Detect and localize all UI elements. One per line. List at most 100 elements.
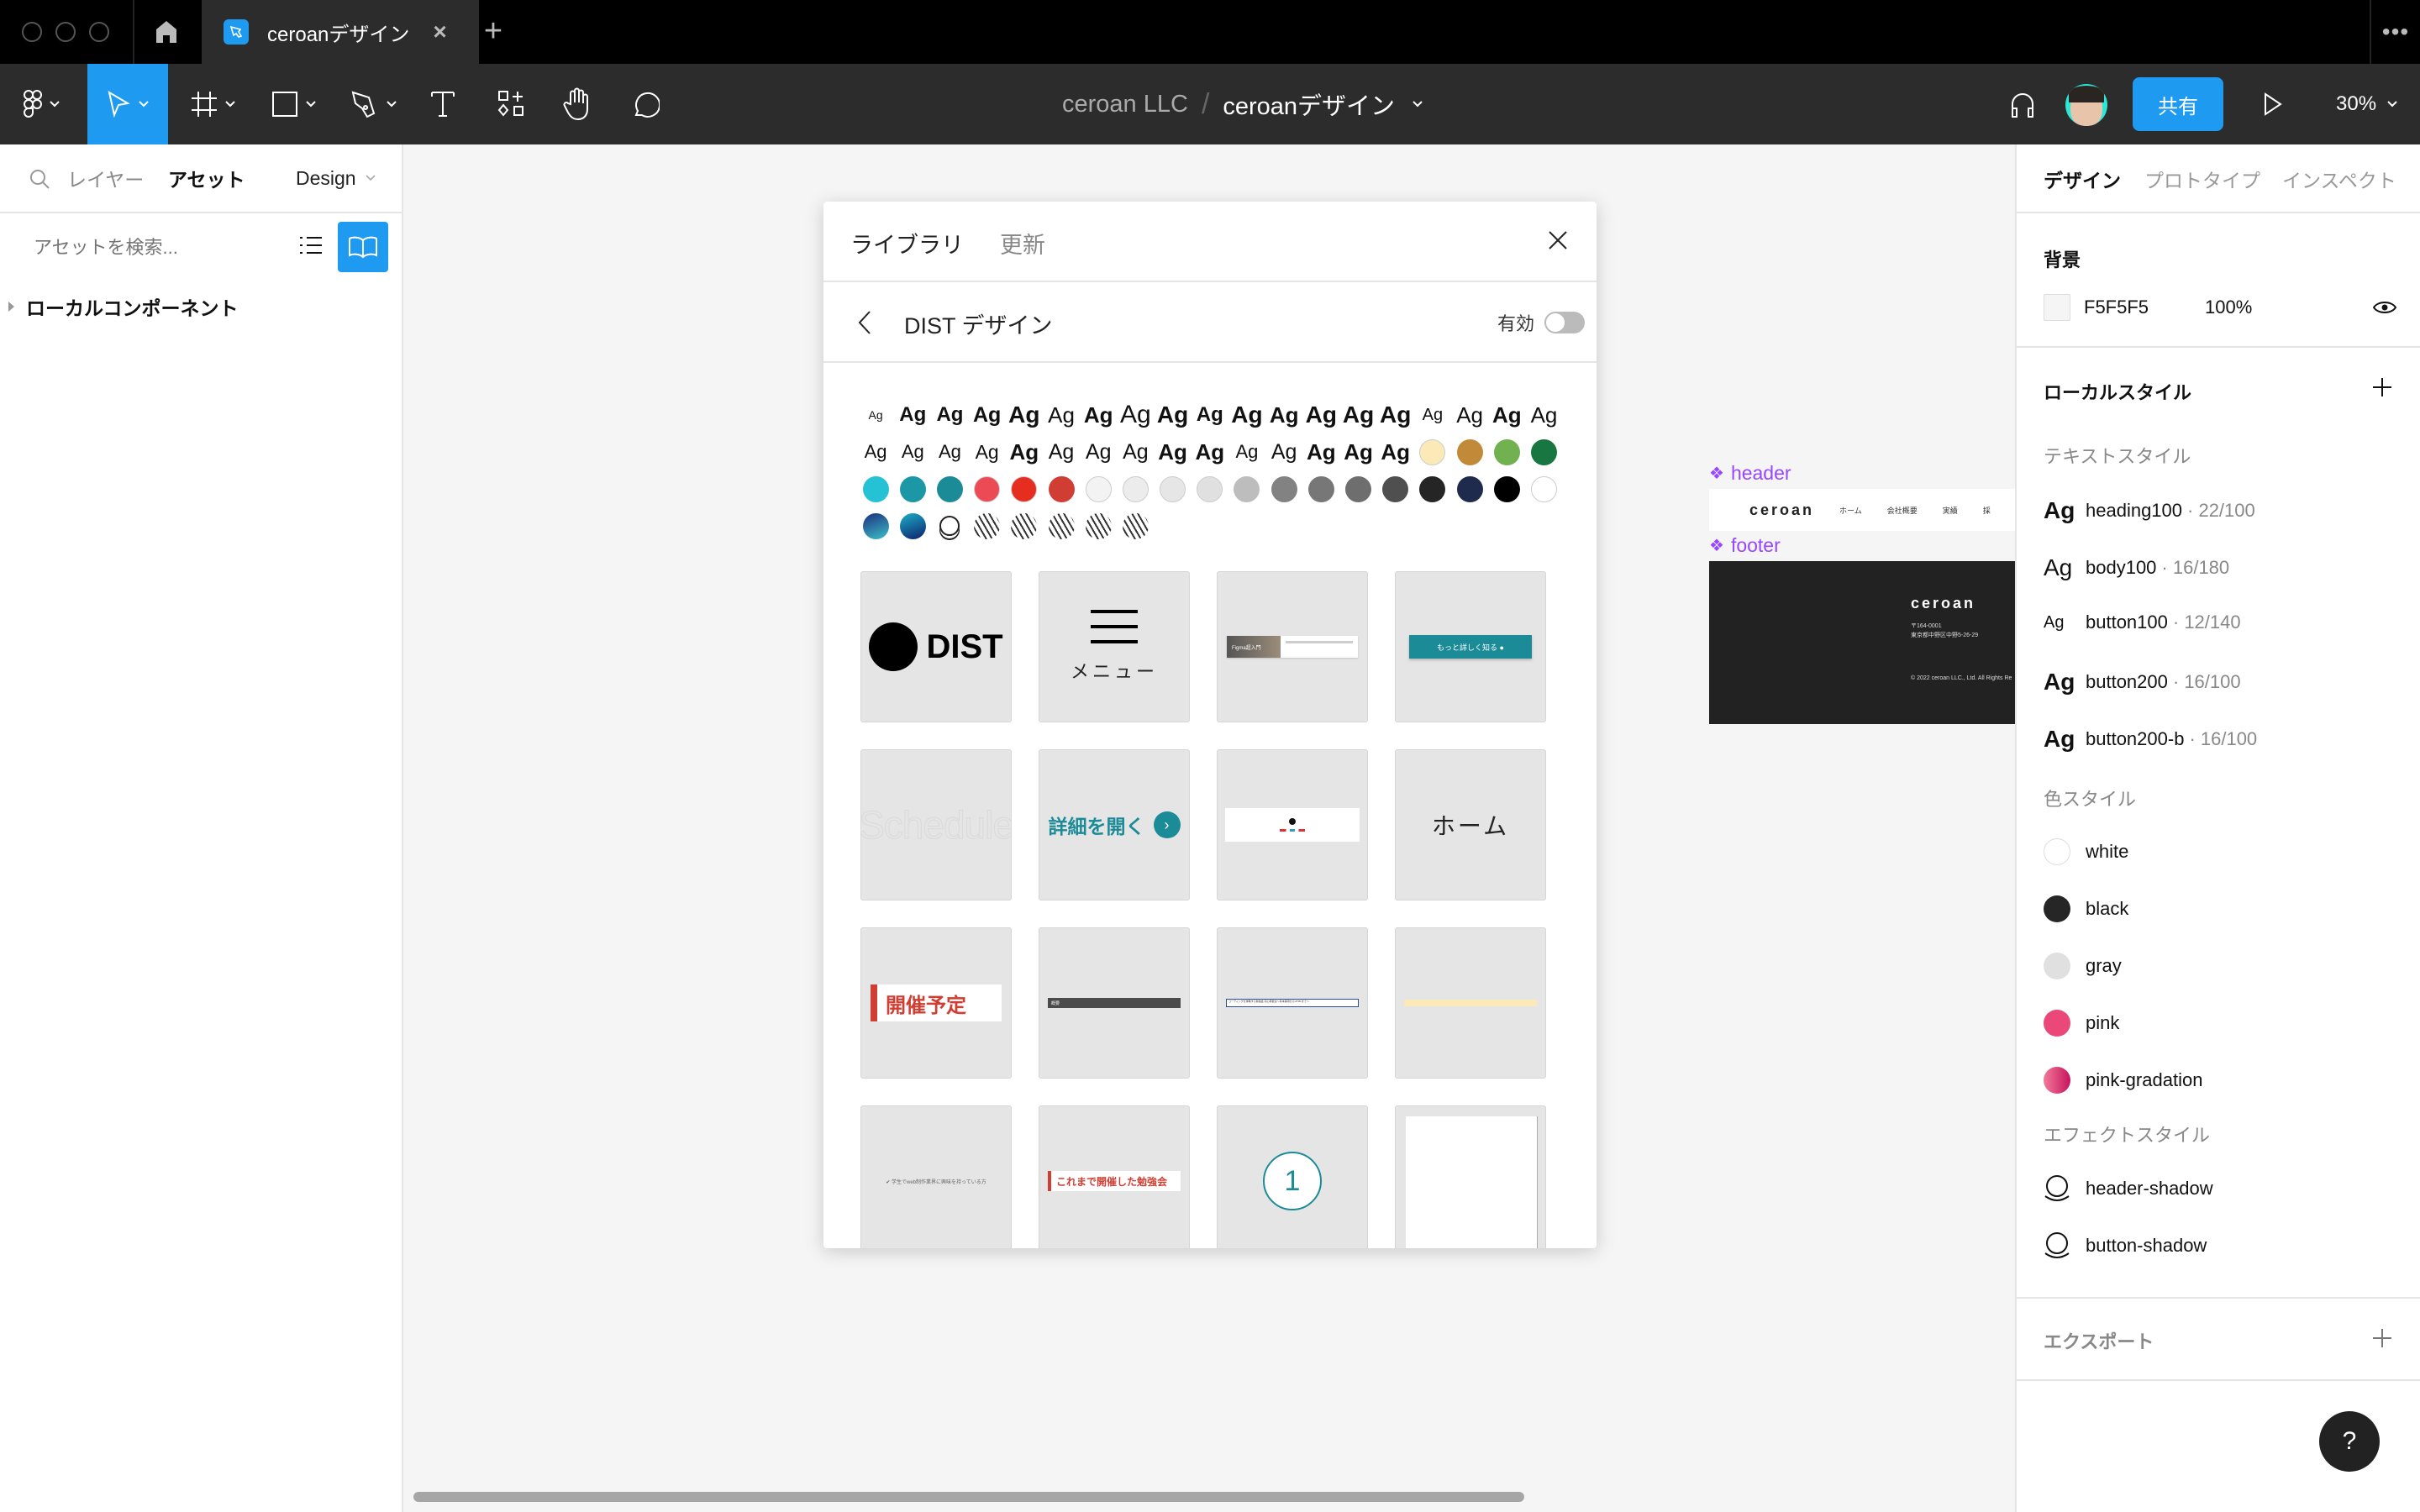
library-pattern-style[interactable] xyxy=(1006,507,1043,544)
library-color-style[interactable] xyxy=(1525,470,1562,507)
tab-prototype[interactable]: プロトタイプ xyxy=(2144,165,2260,193)
hand-tool-button[interactable] xyxy=(556,64,598,144)
library-color-style[interactable] xyxy=(894,470,931,507)
library-color-style[interactable] xyxy=(1451,470,1488,507)
frame-label-header[interactable]: ❖ header xyxy=(1709,462,1791,485)
main-menu-button[interactable] xyxy=(0,64,84,144)
library-color-style[interactable] xyxy=(1488,470,1525,507)
library-text-style[interactable]: Ag xyxy=(1228,433,1265,470)
library-color-style[interactable] xyxy=(894,507,931,544)
chevron-down-icon[interactable] xyxy=(1412,100,1423,108)
color-style-row[interactable]: pink-gradation xyxy=(2044,1067,2202,1094)
text-style-row[interactable]: Ag button100 · 12/140 xyxy=(2044,612,2241,633)
library-text-style[interactable]: Ag xyxy=(1451,396,1488,433)
library-color-style[interactable] xyxy=(1377,470,1414,507)
pen-tool-button[interactable] xyxy=(339,64,408,144)
file-name-button[interactable]: ceroanデザイン xyxy=(1223,87,1395,122)
library-effect-style[interactable] xyxy=(931,507,968,544)
background-opacity[interactable]: 100% xyxy=(2205,297,2373,318)
component-card-link-button[interactable]: 詳細を開く › xyxy=(1039,749,1190,900)
library-text-style[interactable]: Ag xyxy=(1377,433,1414,470)
effect-style-row[interactable]: header-shadow xyxy=(2044,1174,2213,1203)
team-name-link[interactable]: ceroan LLC xyxy=(1062,91,1188,118)
library-text-style[interactable]: Ag xyxy=(1192,396,1228,433)
component-card-article-card[interactable]: Figma超入門 xyxy=(1217,571,1368,722)
tab-design[interactable]: デザイン xyxy=(2044,165,2121,193)
add-export-button[interactable] xyxy=(2370,1326,2395,1351)
library-text-style[interactable]: Ag xyxy=(1488,396,1525,433)
library-color-style[interactable] xyxy=(1414,433,1451,470)
enable-library-toggle[interactable] xyxy=(1544,312,1585,333)
library-text-style[interactable]: Ag xyxy=(1302,396,1339,433)
tab-assets[interactable]: アセット xyxy=(168,164,245,192)
back-button[interactable] xyxy=(857,306,882,339)
local-components-section[interactable]: ローカルコンポーネント xyxy=(8,292,239,321)
library-color-style[interactable] xyxy=(1302,470,1339,507)
shape-tool-button[interactable] xyxy=(260,64,328,144)
component-card-check-item[interactable]: ✔ 学生でweb制作業界に興味を持っている方 xyxy=(860,1105,1012,1248)
library-text-style[interactable]: Ag xyxy=(1377,396,1414,433)
library-color-style[interactable] xyxy=(1265,470,1302,507)
library-pattern-style[interactable] xyxy=(1117,507,1154,544)
library-text-style[interactable]: Ag xyxy=(1525,396,1562,433)
new-tab-button[interactable]: + xyxy=(472,13,514,50)
library-color-style[interactable] xyxy=(1339,470,1376,507)
library-text-style[interactable]: Ag xyxy=(969,396,1006,433)
library-text-style[interactable]: Ag xyxy=(1302,433,1339,470)
library-text-style[interactable]: Ag xyxy=(1339,396,1376,433)
component-card-red-heading[interactable]: 開催予定 xyxy=(860,927,1012,1079)
library-text-style[interactable]: Ag xyxy=(1228,396,1265,433)
close-modal-button[interactable] xyxy=(1541,223,1575,257)
library-color-style[interactable] xyxy=(1155,470,1192,507)
library-text-style[interactable]: Ag xyxy=(1043,396,1080,433)
tab-inspect[interactable]: インスペクト xyxy=(2282,165,2396,193)
library-text-style[interactable]: Ag xyxy=(894,433,931,470)
audio-button[interactable] xyxy=(2002,64,2044,144)
library-text-style[interactable]: Ag xyxy=(1192,433,1228,470)
text-tool-button[interactable] xyxy=(422,64,464,144)
effect-style-row[interactable]: button-shadow xyxy=(2044,1231,2207,1260)
library-color-style[interactable] xyxy=(1525,433,1562,470)
search-icon[interactable] xyxy=(29,168,50,190)
library-text-style[interactable]: Ag xyxy=(1080,433,1117,470)
library-color-style[interactable] xyxy=(1117,470,1154,507)
library-text-style[interactable]: Ag xyxy=(1414,396,1451,433)
library-text-style[interactable]: Ag xyxy=(931,396,968,433)
horizontal-scrollbar[interactable] xyxy=(413,1492,1524,1502)
component-card-input-box[interactable]: コーディングを体験する勉強会 初心者歓迎〜基本事項からHTMLまで〜 xyxy=(1217,927,1368,1079)
library-text-style[interactable]: Ag xyxy=(1265,396,1302,433)
text-style-row[interactable]: Ag button200-b · 16/100 xyxy=(2044,726,2257,753)
library-color-style[interactable] xyxy=(857,507,894,544)
library-text-style[interactable]: Ag xyxy=(969,433,1006,470)
share-button[interactable]: 共有 xyxy=(2133,77,2223,131)
component-card-dark-bar[interactable]: 概要 xyxy=(1039,927,1190,1079)
home-button[interactable] xyxy=(134,0,198,64)
library-color-style[interactable] xyxy=(1451,433,1488,470)
component-card-logo[interactable]: DIST xyxy=(860,571,1012,722)
zoom-dropdown[interactable]: 30% xyxy=(2336,64,2398,144)
component-card-nav-item[interactable]: ホーム xyxy=(1395,749,1546,900)
present-button[interactable] xyxy=(2252,64,2294,144)
component-card-menu[interactable]: メニュー xyxy=(1039,571,1190,722)
resources-button[interactable] xyxy=(491,64,533,144)
tab-libraries[interactable]: ライブラリ xyxy=(850,227,964,260)
text-style-row[interactable]: Ag heading100 · 22/100 xyxy=(2044,497,2255,524)
color-style-row[interactable]: pink xyxy=(2044,1010,2119,1037)
library-text-style[interactable]: Ag xyxy=(894,396,931,433)
asset-search-input[interactable] xyxy=(34,237,269,259)
library-text-style[interactable]: Ag xyxy=(1006,433,1043,470)
component-card-outline-heading[interactable]: Schedule xyxy=(860,749,1012,900)
library-color-style[interactable] xyxy=(931,470,968,507)
frame-tool-button[interactable] xyxy=(180,64,247,144)
library-text-style[interactable]: Ag xyxy=(857,433,894,470)
library-color-style[interactable] xyxy=(969,470,1006,507)
library-color-style[interactable] xyxy=(1043,470,1080,507)
library-text-style[interactable]: Ag xyxy=(857,396,894,433)
tab-layers[interactable]: レイヤー xyxy=(67,164,144,192)
component-card-notice-bar[interactable] xyxy=(1395,927,1546,1079)
file-tab[interactable]: ceroanデザイン × xyxy=(202,0,479,64)
library-text-style[interactable]: Ag xyxy=(1006,396,1043,433)
component-card-profile-card[interactable] xyxy=(1217,749,1368,900)
close-tab-icon[interactable]: × xyxy=(433,18,446,45)
component-card-button-teal[interactable]: もっと詳しく知る ● xyxy=(1395,571,1546,722)
